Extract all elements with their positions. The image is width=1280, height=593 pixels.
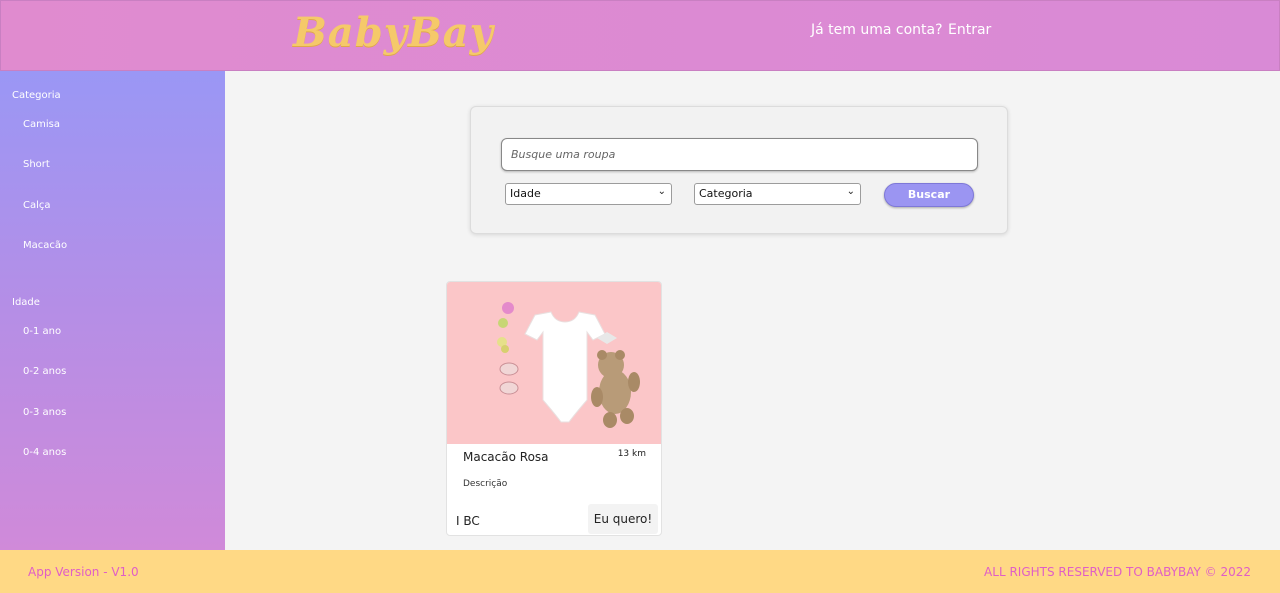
sidebar-item-age-0-2[interactable]: 0-2 anos [23, 366, 66, 377]
category-select[interactable]: Categoria ⌄ [694, 183, 861, 205]
product-title: Macacão Rosa [463, 450, 549, 464]
search-button[interactable]: Buscar [884, 183, 974, 207]
product-location: I BC [456, 514, 480, 528]
sidebar-item-age-0-1[interactable]: 0-1 ano [23, 326, 61, 337]
sidebar-item-age-0-3[interactable]: 0-3 anos [23, 407, 66, 418]
product-distance: 13 km [617, 449, 646, 459]
sidebar-item-age-0-4[interactable]: 0-4 anos [23, 447, 66, 458]
footer: App Version - V1.0 ALL RIGHTS RESERVED T… [0, 550, 1280, 593]
app-version: App Version - V1.0 [28, 565, 139, 579]
chevron-down-icon: ⌄ [657, 186, 666, 197]
age-select-value: Idade [510, 187, 541, 200]
sidebar-item-macacao[interactable]: Macacão [23, 240, 67, 251]
top-navbar: BabyBay Já tem uma conta? Entrar [0, 0, 1280, 71]
product-description: Descrição [463, 479, 508, 489]
product-image[interactable] [447, 282, 662, 444]
sidebar-heading-category: Categoria [12, 90, 61, 101]
search-panel: Idade ⌄ Categoria ⌄ Buscar [470, 106, 1008, 234]
login-link[interactable]: Entrar [948, 22, 991, 38]
want-button[interactable]: Eu quero! [588, 504, 658, 534]
sidebar-item-calca[interactable]: Calça [23, 200, 51, 211]
account-question: Já tem uma conta? [811, 22, 943, 38]
chevron-down-icon: ⌄ [846, 186, 855, 197]
copyright-text: ALL RIGHTS RESERVED TO BABYBAY © 2022 [984, 565, 1251, 579]
sidebar-item-short[interactable]: Short [23, 159, 50, 170]
category-select-value: Categoria [699, 187, 753, 200]
age-select[interactable]: Idade ⌄ [505, 183, 672, 205]
sidebar: Categoria Camisa Short Calça Macacão Ida… [0, 71, 225, 550]
sidebar-heading-age: Idade [12, 297, 40, 308]
brand-logo[interactable]: BabyBay [293, 9, 494, 56]
search-input[interactable] [501, 138, 978, 171]
product-card[interactable]: Macacão Rosa 13 km Descrição I BC Eu que… [446, 281, 662, 536]
sidebar-item-camisa[interactable]: Camisa [23, 119, 60, 130]
